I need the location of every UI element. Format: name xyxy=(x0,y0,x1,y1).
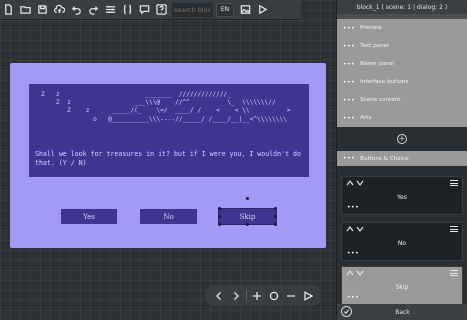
panel-menu: ••• Preview ••• Text panel ••• Name panel •… xyxy=(337,19,467,127)
properties-panel: block_1 ( scene: 1 | dialog: 2 ) ••• Prev… xyxy=(336,0,467,320)
choice-button-no[interactable]: No xyxy=(140,209,197,224)
divider xyxy=(245,290,247,301)
arrow-up-icon[interactable] xyxy=(346,180,354,186)
panel-item-label: Preview xyxy=(360,25,382,31)
plus-icon[interactable] xyxy=(250,289,264,303)
more-icon[interactable]: ••• xyxy=(347,204,359,211)
arrow-down-icon[interactable] xyxy=(356,226,364,232)
panel-item-interface-buttons[interactable]: ••• Interface buttons xyxy=(337,73,467,91)
panel-item-scene-content[interactable]: ••• Scene content xyxy=(337,91,467,109)
panel-item-label: Scene content xyxy=(360,97,401,103)
braces-icon[interactable] xyxy=(119,0,136,20)
file-icon[interactable] xyxy=(0,0,17,20)
choice-card-label: No xyxy=(397,240,407,247)
dialog-text-box: Z z _______ /////////////_ Z z ___\\\@ /… xyxy=(29,84,309,177)
resize-handle[interactable] xyxy=(274,223,277,226)
more-icon: ••• xyxy=(343,24,356,32)
help-icon[interactable] xyxy=(153,0,170,20)
add-area: + xyxy=(337,127,467,151)
check-icon[interactable] xyxy=(341,306,352,317)
reorder-arrows[interactable] xyxy=(346,226,364,232)
dialog-preview: Z z _______ /////////////_ Z z ___\\\@ /… xyxy=(10,63,326,248)
resize-handle[interactable] xyxy=(274,215,277,218)
menu-icon[interactable] xyxy=(450,180,458,186)
panel-footer: Back xyxy=(337,304,467,320)
resize-handle[interactable] xyxy=(274,207,277,210)
save-icon[interactable] xyxy=(34,0,51,20)
more-icon: ••• xyxy=(343,60,356,68)
top-toolbar: EN xyxy=(0,0,300,20)
resize-handle[interactable] xyxy=(246,197,249,200)
cloud-upload-icon[interactable] xyxy=(51,0,68,20)
choice-card-skip[interactable]: Skip ••• xyxy=(341,266,463,305)
comment-icon[interactable] xyxy=(136,0,153,20)
panel-item-preview[interactable]: ••• Preview xyxy=(337,19,467,37)
play-icon[interactable] xyxy=(254,0,271,20)
choice-card-yes[interactable]: Yes ••• xyxy=(341,176,463,215)
search-input[interactable] xyxy=(172,2,213,17)
more-icon[interactable]: ••• xyxy=(347,294,359,301)
choice-button-yes[interactable]: Yes xyxy=(61,209,117,224)
play-icon[interactable] xyxy=(301,289,315,303)
arrow-up-icon[interactable] xyxy=(346,270,354,276)
ascii-art: Z z _______ /////////////_ Z z ___\\\@ /… xyxy=(41,91,291,123)
chevron-left-icon[interactable] xyxy=(212,289,226,303)
circle-icon[interactable] xyxy=(267,289,281,303)
choice-card-no[interactable]: No ••• xyxy=(341,222,463,261)
panel-item-label: Arts xyxy=(360,115,372,121)
panel-item-name-panel[interactable]: ••• Name panel xyxy=(337,55,467,73)
chevron-right-icon[interactable] xyxy=(229,289,243,303)
reorder-arrows[interactable] xyxy=(346,180,364,186)
bottom-navigation xyxy=(205,285,322,306)
panel-item-text-panel[interactable]: ••• Text panel xyxy=(337,37,467,55)
panel-item-label: Name panel xyxy=(360,61,394,67)
dialog-text: Shall we look for treasures in it? but i… xyxy=(35,150,301,168)
more-icon[interactable]: ••• xyxy=(347,250,359,257)
folder-open-icon[interactable] xyxy=(17,0,34,20)
panel-title: block_1 ( scene: 1 | dialog: 2 ) xyxy=(337,0,467,14)
add-icon[interactable]: + xyxy=(397,134,407,144)
language-button[interactable]: EN xyxy=(216,2,234,17)
arrow-down-icon[interactable] xyxy=(356,180,364,186)
more-icon: ••• xyxy=(343,155,356,162)
resize-handle[interactable] xyxy=(218,207,221,210)
minus-icon[interactable] xyxy=(284,289,298,303)
choice-card-label: Yes xyxy=(397,194,407,201)
arrow-down-icon[interactable] xyxy=(356,270,364,276)
image-icon[interactable] xyxy=(237,0,254,20)
choice-card-label: Skip xyxy=(395,284,409,291)
section-buttons-choice[interactable]: ••• Buttons & Choice xyxy=(337,151,467,166)
redo-icon[interactable] xyxy=(85,0,102,20)
section-label: Buttons & Choice xyxy=(360,155,409,162)
more-icon: ••• xyxy=(343,96,356,104)
choice-button-skip[interactable]: Skip xyxy=(218,208,277,225)
panel-item-label: Interface buttons xyxy=(360,79,409,85)
panel-item-label: Text panel xyxy=(360,43,389,49)
more-icon: ••• xyxy=(343,78,356,86)
undo-icon[interactable] xyxy=(68,0,85,20)
reorder-arrows[interactable] xyxy=(346,270,364,276)
sliders-icon[interactable] xyxy=(102,0,119,20)
resize-handle[interactable] xyxy=(218,215,221,218)
menu-icon[interactable] xyxy=(450,226,458,232)
menu-icon[interactable] xyxy=(450,270,458,276)
resize-handle[interactable] xyxy=(218,223,221,226)
arrow-up-icon[interactable] xyxy=(346,226,354,232)
resize-handle[interactable] xyxy=(246,223,249,226)
back-button[interactable]: Back xyxy=(395,309,410,316)
more-icon: ••• xyxy=(343,114,356,122)
more-icon: ••• xyxy=(343,42,356,50)
panel-item-arts[interactable]: ••• Arts xyxy=(337,109,467,127)
